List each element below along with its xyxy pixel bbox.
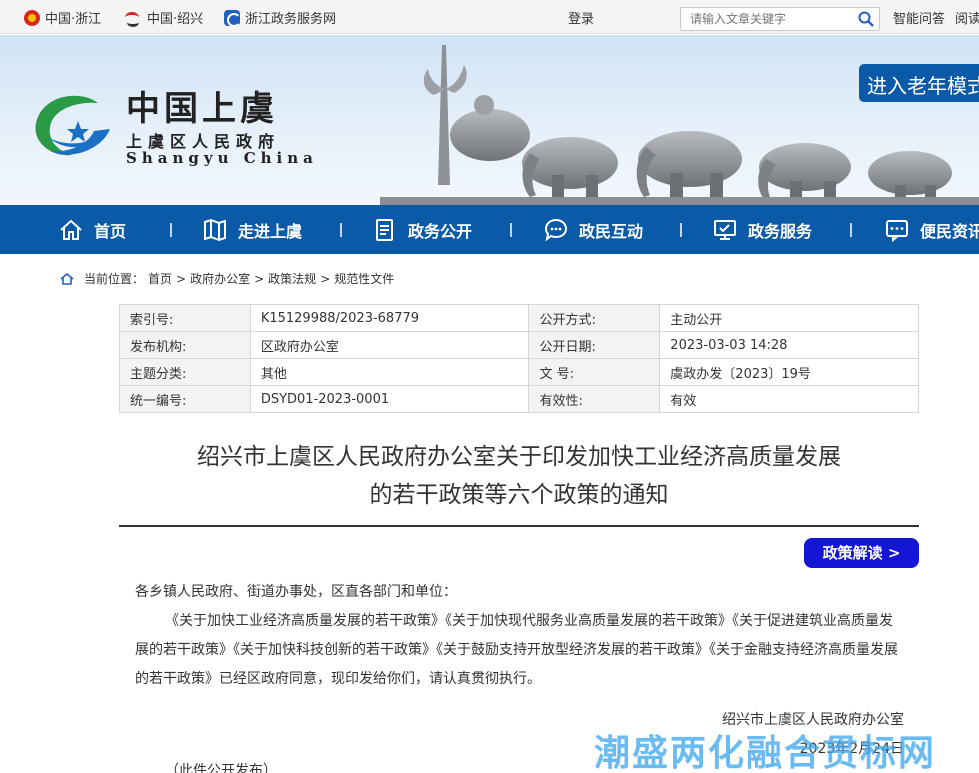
elder-mode-button[interactable]: 进入老年模式: [859, 64, 979, 102]
document-title-line-2: 的若干政策等六个政策的通知: [369, 482, 669, 508]
breadcrumb-normative-docs[interactable]: 规范性文件: [334, 270, 394, 287]
nav-item-about[interactable]: 走进上虞: [202, 205, 302, 254]
smart-qa-link[interactable]: 智能问答: [893, 8, 945, 27]
meta-key: 发布机构:: [119, 331, 251, 359]
nav-item-home-label: 首页: [94, 221, 127, 241]
meta-value: DSYD01-2023-0001: [249, 385, 530, 413]
shangyu-logo-icon[interactable]: [28, 91, 114, 161]
meta-value: 区政府办公室: [249, 331, 530, 359]
meta-value: 2023-03-03 14:28: [659, 331, 919, 359]
home-icon: [60, 219, 82, 240]
meta-key: 文 号:: [528, 358, 661, 386]
document-title-line-1: 绍兴市上虞区人民政府办公室关于印发加快工业经济高质量发展: [197, 444, 841, 470]
search-icon[interactable]: [858, 11, 874, 27]
nav-item-gov-service-label: 政务服务: [748, 221, 813, 241]
meta-key: 索引号:: [119, 304, 251, 332]
monitor-icon: [714, 219, 736, 240]
link-zhejiang-label: 中国·浙江: [45, 12, 102, 27]
national-emblem-icon: [24, 9, 40, 26]
nav-item-interaction[interactable]: 政民互动: [543, 205, 643, 254]
link-shaoxing[interactable]: 中国·绍兴: [124, 8, 203, 27]
link-zhejiang-gov-service[interactable]: 浙江政务服务网: [224, 8, 336, 27]
breadcrumb: 当前位置： 首页 > 政府办公室 > 政策法规 > 规范性文件: [60, 270, 394, 287]
meta-value: 虞政办发〔2023〕19号: [659, 358, 919, 386]
shaoxing-logo-icon: [124, 11, 142, 27]
nav-item-gov-service[interactable]: 政务服务: [712, 205, 812, 254]
main-nav: 首页 走进上虞 政务公开 政民互动 政务服务 便民资讯: [0, 205, 979, 254]
table-row: 索引号: K15129988/2023-68779 公开方式: 主动公开: [119, 304, 919, 332]
publication-note: （此件公开发布）: [165, 763, 277, 773]
meta-key: 公开日期:: [528, 331, 661, 359]
map-icon: [204, 218, 226, 241]
nav-item-home[interactable]: 首页: [58, 205, 126, 254]
meta-value: K15129988/2023-68779: [249, 304, 530, 332]
link-gov-service-label: 浙江政务服务网: [245, 12, 337, 27]
document-metadata-table: 索引号: K15129988/2023-68779 公开方式: 主动公开 发布机…: [119, 304, 919, 413]
link-shaoxing-label: 中国·绍兴: [147, 12, 204, 27]
table-row: 主题分类: 其他 文 号: 虞政办发〔2023〕19号: [119, 358, 919, 386]
table-row: 统一编号: DSYD01-2023-0001 有效性: 有效: [119, 385, 919, 413]
nav-divider: [850, 223, 852, 237]
logo-english: Shangyu China: [126, 149, 318, 167]
logo-title: 中国上虞: [126, 89, 278, 129]
meta-value: 有效: [659, 385, 919, 413]
nav-item-convenience[interactable]: 便民资讯: [884, 205, 979, 254]
nav-item-convenience-label: 便民资讯: [920, 221, 979, 241]
top-utility-bar: 中国·浙江 中国·绍兴 浙江政务服务网 登录 智能问答 阅读: [0, 0, 979, 34]
nav-item-gov-info-label: 政务公开: [408, 221, 473, 241]
meta-key: 主题分类:: [119, 358, 251, 386]
nav-item-gov-info[interactable]: 政务公开: [372, 205, 472, 254]
header-banner: 中国上虞 上虞区人民政府 Shangyu China 进入老年模式: [0, 35, 979, 205]
salutation: 各乡镇人民政府、街道办事处，区直各部门和单位：: [135, 584, 457, 600]
message-icon: [886, 219, 908, 242]
meta-key: 公开方式:: [528, 304, 661, 332]
breadcrumb-home[interactable]: 首页: [148, 270, 172, 287]
breadcrumb-gov-office[interactable]: 政府办公室: [190, 270, 250, 287]
elephant-sculpture-image: [380, 45, 979, 205]
nav-divider: [680, 223, 682, 237]
nav-item-interaction-label: 政民互动: [579, 221, 644, 241]
gov-service-icon: [224, 9, 241, 27]
body-paragraph: 《关于加快工业经济高质量发展的若干政策》《关于加快现代服务业高质量发展的若干政策…: [135, 613, 898, 687]
chat-icon: [544, 218, 568, 241]
link-zhejiang[interactable]: 中国·浙江: [24, 8, 101, 27]
table-row: 发布机构: 区政府办公室 公开日期: 2023-03-03 14:28: [119, 331, 919, 359]
nav-divider: [340, 223, 342, 237]
breadcrumb-prefix: 当前位置：: [84, 272, 145, 286]
meta-key: 统一编号:: [119, 385, 251, 413]
breadcrumb-separator: >: [176, 271, 187, 286]
policy-interpretation-button[interactable]: 政策解读 >: [804, 538, 919, 568]
search-box: [680, 7, 880, 31]
breadcrumb-separator: >: [254, 271, 265, 286]
meta-key: 有效性:: [528, 385, 661, 413]
breadcrumb-policy[interactable]: 政策法规: [268, 270, 316, 287]
meta-value: 其他: [249, 358, 530, 386]
document-icon: [376, 218, 393, 241]
meta-value: 主动公开: [659, 304, 919, 332]
search-input[interactable]: [681, 8, 851, 30]
title-divider: [119, 525, 919, 527]
nav-divider: [170, 223, 172, 237]
login-link[interactable]: 登录: [568, 8, 594, 27]
breadcrumb-separator: >: [320, 271, 331, 286]
nav-item-about-label: 走进上虞: [238, 221, 303, 241]
reading-link[interactable]: 阅读: [955, 8, 979, 27]
site-watermark: 潮盛两化融合贯标网: [594, 733, 937, 773]
breadcrumb-home-icon: [60, 272, 74, 285]
document-body: 各乡镇人民政府、街道办事处，区直各部门和单位： 《关于加快工业经济高质量发展的若…: [135, 578, 905, 694]
document-title: 绍兴市上虞区人民政府办公室关于印发加快工业经济高质量发展 的若干政策等六个政策的…: [119, 438, 919, 514]
nav-divider: [510, 223, 512, 237]
